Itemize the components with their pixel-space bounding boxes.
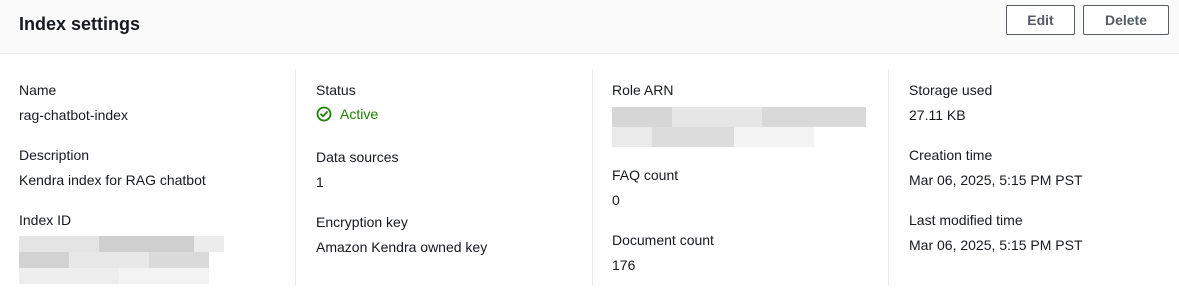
creation-time-label: Creation time [909,147,993,163]
column-divider [592,70,593,286]
last-modified-label: Last modified time [909,212,1023,228]
edit-button[interactable]: Edit [1006,5,1075,35]
role-arn-redacted [612,107,866,147]
name-value: rag-chatbot-index [19,107,128,123]
storage-used-value: 27.11 KB [909,107,966,123]
faq-count-label: FAQ count [612,167,679,183]
index-id-label: Index ID [19,212,72,228]
status-value: Active [340,106,379,122]
encryption-key-label: Encryption key [316,214,408,230]
storage-used-label: Storage used [909,82,993,98]
role-arn-label: Role ARN [612,82,674,98]
status-label: Status [316,82,356,98]
last-modified-value: Mar 06, 2025, 5:15 PM PST [909,237,1083,253]
index-id-redacted [19,236,224,284]
status-indicator: Active [316,106,378,122]
check-circle-icon [316,106,332,122]
document-count-label: Document count [612,232,714,248]
column-divider [295,70,296,286]
description-label: Description [19,147,90,163]
encryption-key-value: Amazon Kendra owned key [316,239,488,255]
page-title: Index settings [19,14,141,34]
document-count-value: 176 [612,257,636,273]
data-sources-value: 1 [316,174,324,190]
panel-header: Index settings Edit Delete [0,0,1179,54]
data-sources-label: Data sources [316,149,399,165]
name-label: Name [19,82,57,98]
faq-count-value: 0 [612,192,620,208]
description-value: Kendra index for RAG chatbot [19,172,206,188]
column-divider [888,70,889,286]
delete-button[interactable]: Delete [1083,5,1169,35]
index-settings-panel: Index settings Edit Delete Name rag-chat… [0,0,1179,297]
creation-time-value: Mar 06, 2025, 5:15 PM PST [909,172,1083,188]
